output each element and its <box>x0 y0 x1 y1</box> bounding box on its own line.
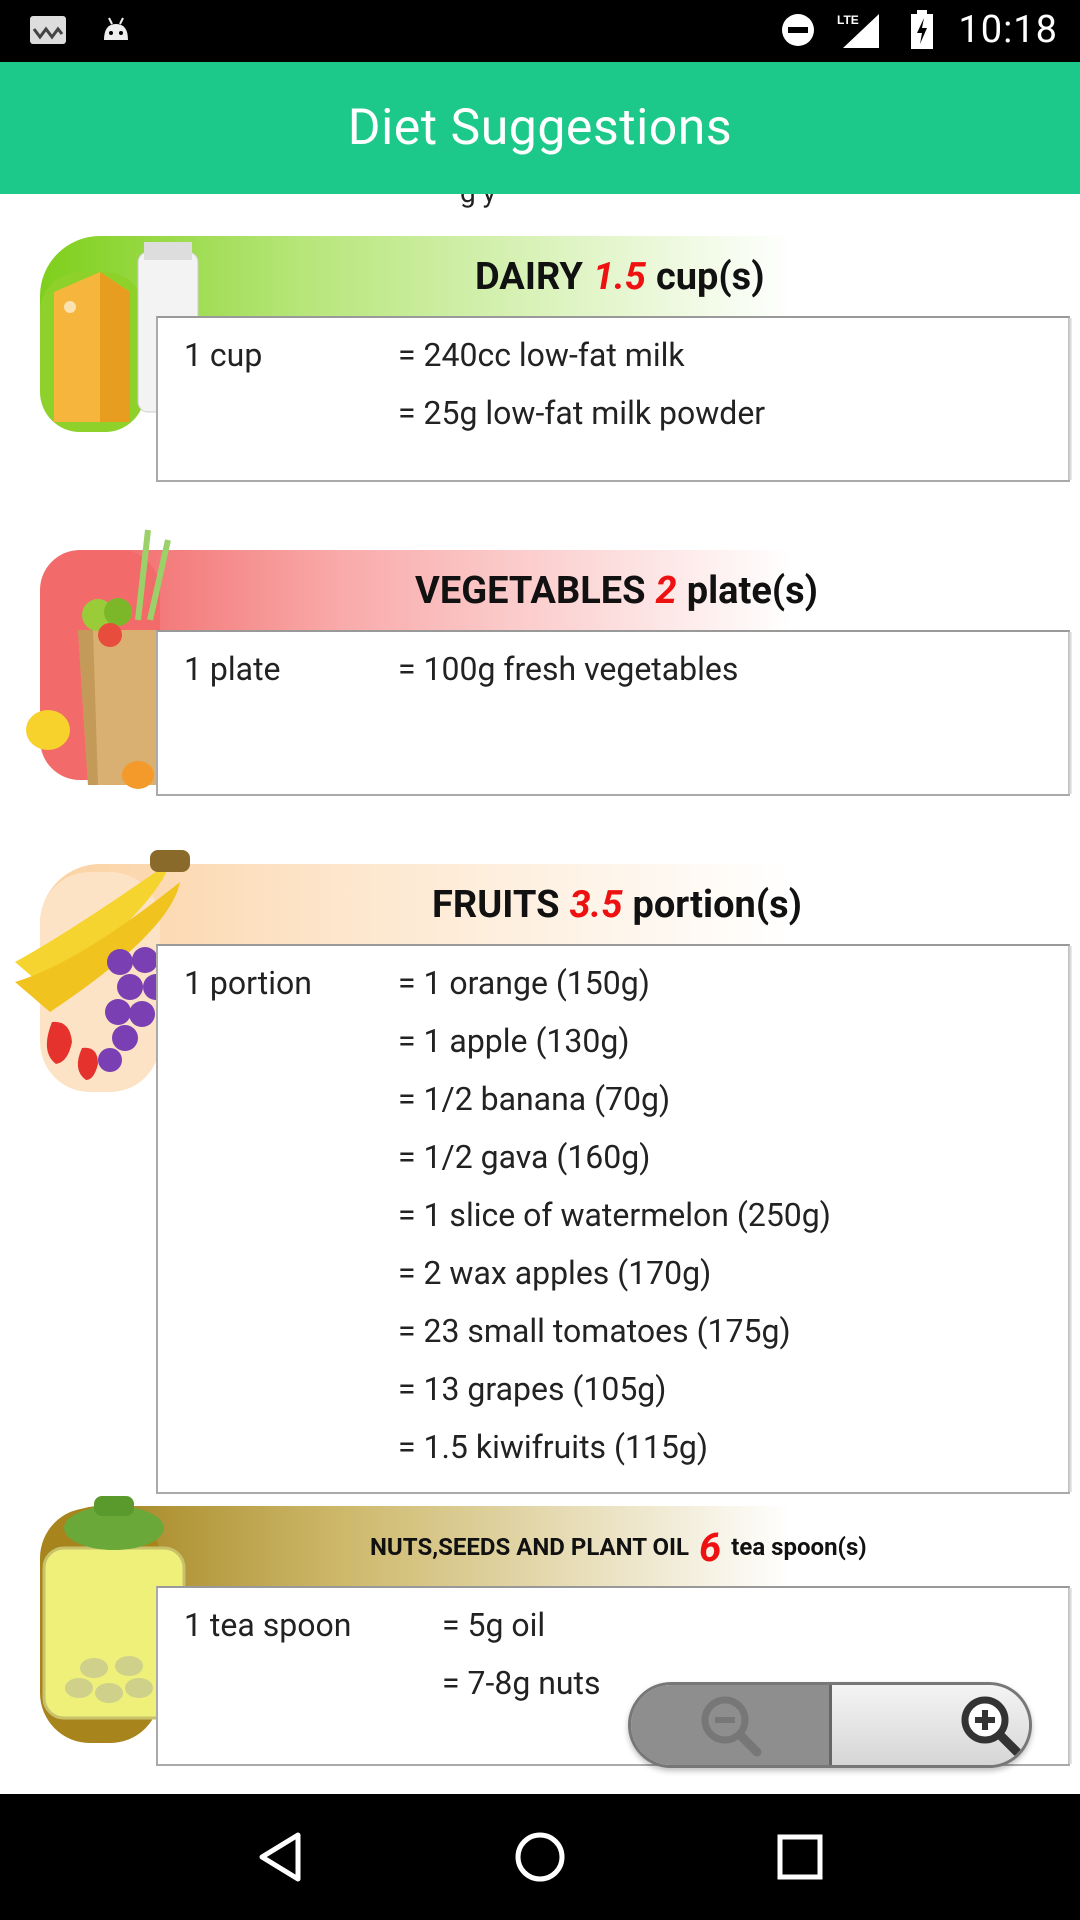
notification-image-icon <box>28 12 68 48</box>
vegetables-card: 1 plate = 100g fresh vegetables <box>156 630 1072 796</box>
list-item: 1 portion = 1 orange (150g) <box>184 964 650 1002</box>
clipped-heading: g y <box>460 194 496 209</box>
zoom-in-button[interactable] <box>831 1685 1029 1765</box>
list-item: = 23 small tomatoes (175g) <box>398 1312 791 1350</box>
dairy-card: 1 cup = 240cc low-fat milk = 25g low-fat … <box>156 316 1072 482</box>
list-item: 1 tea spoon = 5g oil <box>184 1606 546 1644</box>
vegetables-title: VEGETABLES 2 plate(s) <box>415 569 818 613</box>
lte-signal-icon: LTE <box>834 12 886 48</box>
status-bar: LTE 10:18 <box>0 0 1080 62</box>
fruits-card: 1 portion = 1 orange (150g) = 1 apple (13… <box>156 944 1072 1494</box>
recents-button[interactable] <box>760 1817 840 1897</box>
do-not-disturb-icon <box>778 12 818 48</box>
list-item: = 13 grapes (105g) <box>398 1370 667 1408</box>
navigation-bar <box>0 1794 1080 1920</box>
page-title: Diet Suggestions <box>347 99 733 157</box>
back-icon <box>259 1832 301 1882</box>
home-icon <box>515 1832 565 1882</box>
list-item: = 1/2 banana (70g) <box>398 1080 671 1118</box>
dairy-title: DAIRY 1.5 cup(s) <box>475 255 765 299</box>
list-item: 1 plate = 100g fresh vegetables <box>184 650 739 688</box>
nuts-oil-amount: 6 <box>699 1523 722 1571</box>
battery-charging-icon <box>902 10 942 49</box>
zoom-in-icon <box>961 1696 1022 1757</box>
zoom-out-icon <box>701 1696 762 1757</box>
list-item: = 1 slice of watermelon (250g) <box>398 1196 831 1234</box>
list-item: = 1.5 kiwifruits (115g) <box>398 1428 708 1466</box>
android-icon <box>96 12 136 48</box>
nuts-oil-title: NUTS,SEEDS AND PLANT OIL 6 tea spoon(s) <box>370 1523 867 1571</box>
home-button[interactable] <box>500 1817 580 1897</box>
list-item: = 1 apple (130g) <box>398 1022 630 1060</box>
fruits-amount: 3.5 <box>569 883 623 927</box>
svg-text:LTE: LTE <box>837 13 859 27</box>
dairy-amount: 1.5 <box>592 255 646 299</box>
diet-content[interactable]: g y DAIRY 1.5 cup(s) 1 cup= 240cc low-fa… <box>0 194 1080 1794</box>
list-item: 1 cup = 240cc low-fat milk <box>184 336 685 374</box>
list-item: = 1/2 gava (160g) <box>398 1138 651 1176</box>
clock: 10:18 <box>958 8 1058 52</box>
list-item: = 25g low-fat milk powder <box>398 394 766 432</box>
recents-icon <box>777 1834 823 1880</box>
zoom-controls <box>628 1682 1032 1768</box>
list-item: = 2 wax apples (170g) <box>398 1254 712 1292</box>
vegetables-amount: 2 <box>655 569 677 613</box>
app-bar: Diet Suggestions <box>0 62 1080 194</box>
fruits-title: FRUITS 3.5 portion(s) <box>432 883 802 927</box>
zoom-out-button[interactable] <box>631 1685 832 1765</box>
back-button[interactable] <box>240 1817 320 1897</box>
